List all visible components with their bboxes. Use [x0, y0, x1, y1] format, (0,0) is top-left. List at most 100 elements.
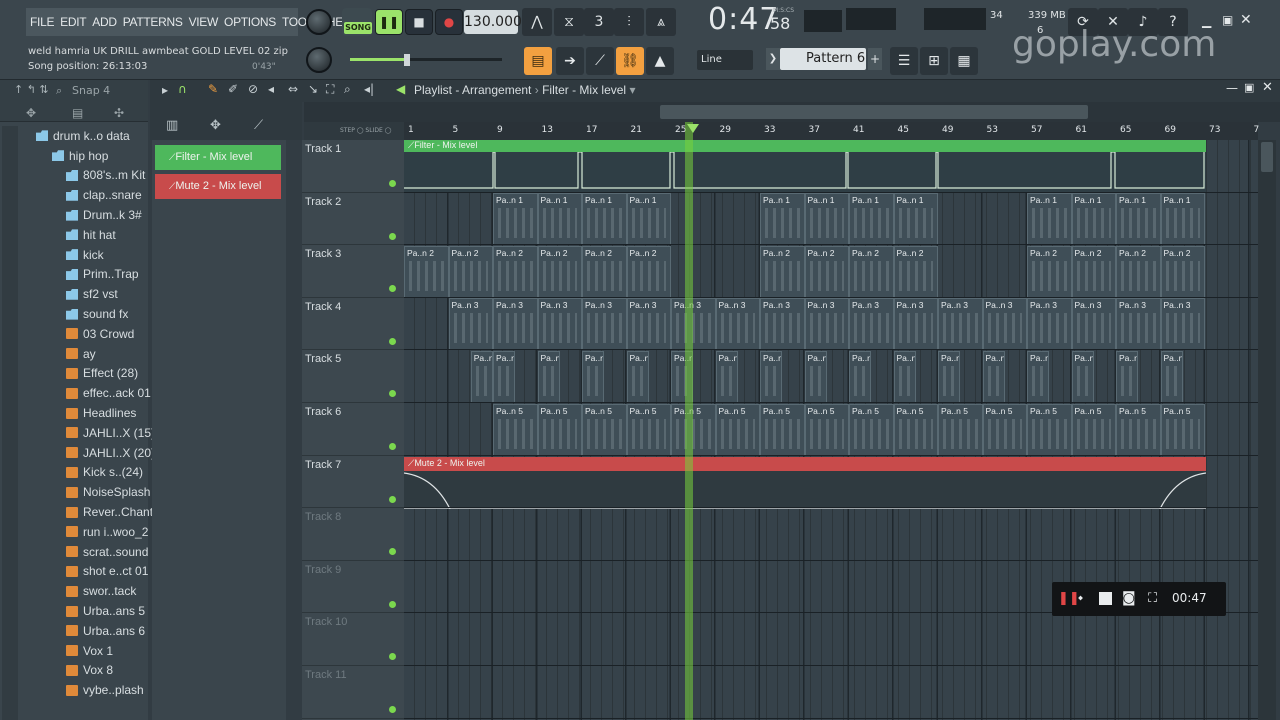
browser-item[interactable]: effec..ack 01: [22, 383, 151, 403]
track-header[interactable]: Track 11: [302, 666, 404, 719]
slice-tool-icon[interactable]: ↘: [308, 82, 318, 96]
menu-view[interactable]: VIEW: [189, 15, 219, 29]
track-lane[interactable]: [404, 298, 1258, 351]
play-button[interactable]: ❚❚: [375, 9, 403, 35]
tag-icon[interactable]: ⬩: [1078, 590, 1083, 606]
clip-source-filter-mix[interactable]: ⟋Filter - Mix level: [155, 145, 281, 170]
browser-nav-icons[interactable]: ↑ ↰ ⇅: [14, 83, 49, 96]
pattern-prev-button[interactable]: ❯: [766, 48, 780, 70]
step-slide-toggle[interactable]: STEP ◯ SLIDE ◯: [304, 122, 404, 140]
maximize-button[interactable]: ▣: [1222, 13, 1233, 27]
track-lane[interactable]: [404, 193, 1258, 246]
browser-item[interactable]: Vox 8: [22, 661, 148, 681]
track-lane[interactable]: [404, 508, 1258, 561]
stop-button[interactable]: ■: [405, 9, 433, 35]
link-tool-button[interactable]: ⛓: [616, 47, 644, 75]
playhead-marker[interactable]: [687, 124, 699, 133]
playlist-minimize-button[interactable]: —: [1226, 81, 1238, 95]
mute-tool-icon[interactable]: ◂: [268, 82, 274, 96]
master-pitch-knob[interactable]: [306, 47, 332, 73]
track-lane[interactable]: [404, 140, 1258, 193]
track-mute-toggle[interactable]: [389, 337, 396, 345]
browser-item[interactable]: 808's..m Kit: [22, 166, 148, 186]
step-edit-button[interactable]: ⫶: [614, 8, 644, 36]
menu-patterns[interactable]: PATTERNS: [123, 15, 183, 29]
browser-item[interactable]: Vox 1: [22, 641, 148, 661]
channel-rack-button[interactable]: ⊞: [920, 47, 948, 75]
track-mute-toggle[interactable]: [389, 443, 396, 450]
browser-view-icon[interactable]: ▤: [72, 106, 83, 120]
fullscreen-icon[interactable]: ⛶: [1148, 591, 1157, 606]
search-icon[interactable]: ⌕: [56, 84, 62, 98]
browser-item[interactable]: Prim..Trap: [22, 265, 148, 285]
browser-item[interactable]: Rever..Chant: [22, 502, 153, 522]
clip-view-icon[interactable]: ▥: [166, 118, 178, 133]
browser-item[interactable]: NoiseSplash: [22, 482, 150, 502]
brush-tool-icon[interactable]: ✐: [228, 82, 238, 96]
menu-edit[interactable]: EDIT: [60, 15, 86, 29]
browser-collapse-icon[interactable]: ✣: [114, 106, 124, 120]
track-header[interactable]: Track 9: [302, 561, 404, 614]
slip-tool-icon[interactable]: ⇔: [288, 82, 298, 96]
playlist-vertical-scrollbar[interactable]: [1258, 140, 1276, 720]
browser-item[interactable]: swor..tack: [22, 581, 148, 601]
record-button[interactable]: ●: [435, 9, 463, 35]
track-header[interactable]: Track 6: [302, 403, 404, 456]
overview-scroll-handle[interactable]: [660, 105, 1088, 119]
expand-icon[interactable]: ✥: [26, 106, 36, 120]
track-header[interactable]: Track 7: [302, 456, 404, 509]
pencil-tool-icon[interactable]: ✎: [208, 82, 218, 96]
countdown-button[interactable]: 3: [584, 8, 614, 36]
browser-item[interactable]: hit hat: [22, 225, 148, 245]
snap-label[interactable]: Snap 4: [72, 84, 110, 97]
track-lane[interactable]: [404, 403, 1258, 456]
track-lane[interactable]: [404, 350, 1258, 403]
snap-mode-select[interactable]: Line: [697, 50, 753, 70]
playlist-overview-bar[interactable]: [304, 102, 1280, 122]
scroll-handle[interactable]: [1261, 142, 1273, 172]
metronome-button[interactable]: ⋀: [522, 8, 552, 36]
clip-move-icon[interactable]: ✥: [210, 118, 221, 133]
pattern-selector[interactable]: Pattern 6: [780, 48, 866, 70]
browser-item[interactable]: Effect (28): [22, 364, 148, 384]
menu-add[interactable]: ADD: [92, 15, 117, 29]
delete-tool-icon[interactable]: ⊘: [248, 82, 258, 96]
mixer-button[interactable]: ☰: [890, 47, 918, 75]
browser-item[interactable]: vybe..plash: [22, 680, 148, 700]
blend-notes-button[interactable]: ⩓: [646, 8, 676, 36]
piano-roll-button[interactable]: ▦: [950, 47, 978, 75]
playlist-menu-arrow-icon[interactable]: ▸: [162, 83, 168, 97]
track-mute-toggle[interactable]: [389, 600, 396, 608]
clip-source-mute-mix[interactable]: ⟋Mute 2 - Mix level: [155, 174, 281, 199]
playlist-grid[interactable]: ⟋Filter - Mix level Pa..n 1 Pa..n 1 Pa..n …: [404, 140, 1258, 720]
timeline-ruler[interactable]: 1 5 9 13 17 21 25 29 33 37 41 45 49 53 57 61 65 69 73 7: [404, 122, 1259, 140]
track-lane[interactable]: [404, 613, 1258, 666]
track-header[interactable]: Track 3: [302, 245, 404, 298]
browser-item[interactable]: 03 Crowd: [22, 324, 148, 344]
track-mute-toggle[interactable]: [389, 706, 396, 713]
track-mute-toggle[interactable]: [389, 390, 396, 398]
arrow-tool-button[interactable]: ➔: [556, 47, 584, 75]
pause-icon[interactable]: ❚❚: [1058, 591, 1080, 606]
browser-item[interactable]: hip hop: [22, 146, 148, 166]
track-mute-toggle[interactable]: [389, 232, 396, 240]
playback-tool-icon[interactable]: ◂|: [364, 82, 374, 96]
browser-item[interactable]: Urba..ans 5: [22, 601, 148, 621]
zoom-tool-icon[interactable]: ⌕: [344, 82, 351, 97]
stamp-tool-button[interactable]: ▲: [646, 47, 674, 75]
track-header[interactable]: Track 4: [302, 298, 404, 351]
browser-item[interactable]: Drum..k 3#: [22, 205, 148, 225]
playhead[interactable]: [685, 122, 693, 720]
browser-item[interactable]: scrat..sound: [22, 542, 148, 562]
browser-item[interactable]: shot e..ct 01: [22, 562, 148, 582]
track-mute-toggle[interactable]: [389, 180, 396, 187]
browser-item[interactable]: sound fx: [22, 304, 148, 324]
track-mute-toggle[interactable]: [389, 653, 396, 661]
playlist-maximize-button[interactable]: ▣: [1244, 81, 1254, 94]
browser-item[interactable]: run i..woo_2: [22, 522, 148, 542]
master-pitch-slider[interactable]: [346, 54, 506, 66]
track-lane[interactable]: [404, 456, 1258, 509]
camera-icon[interactable]: ◙: [1122, 590, 1136, 606]
track-header[interactable]: Track 8: [302, 508, 404, 561]
add-pattern-button[interactable]: +: [868, 48, 882, 70]
